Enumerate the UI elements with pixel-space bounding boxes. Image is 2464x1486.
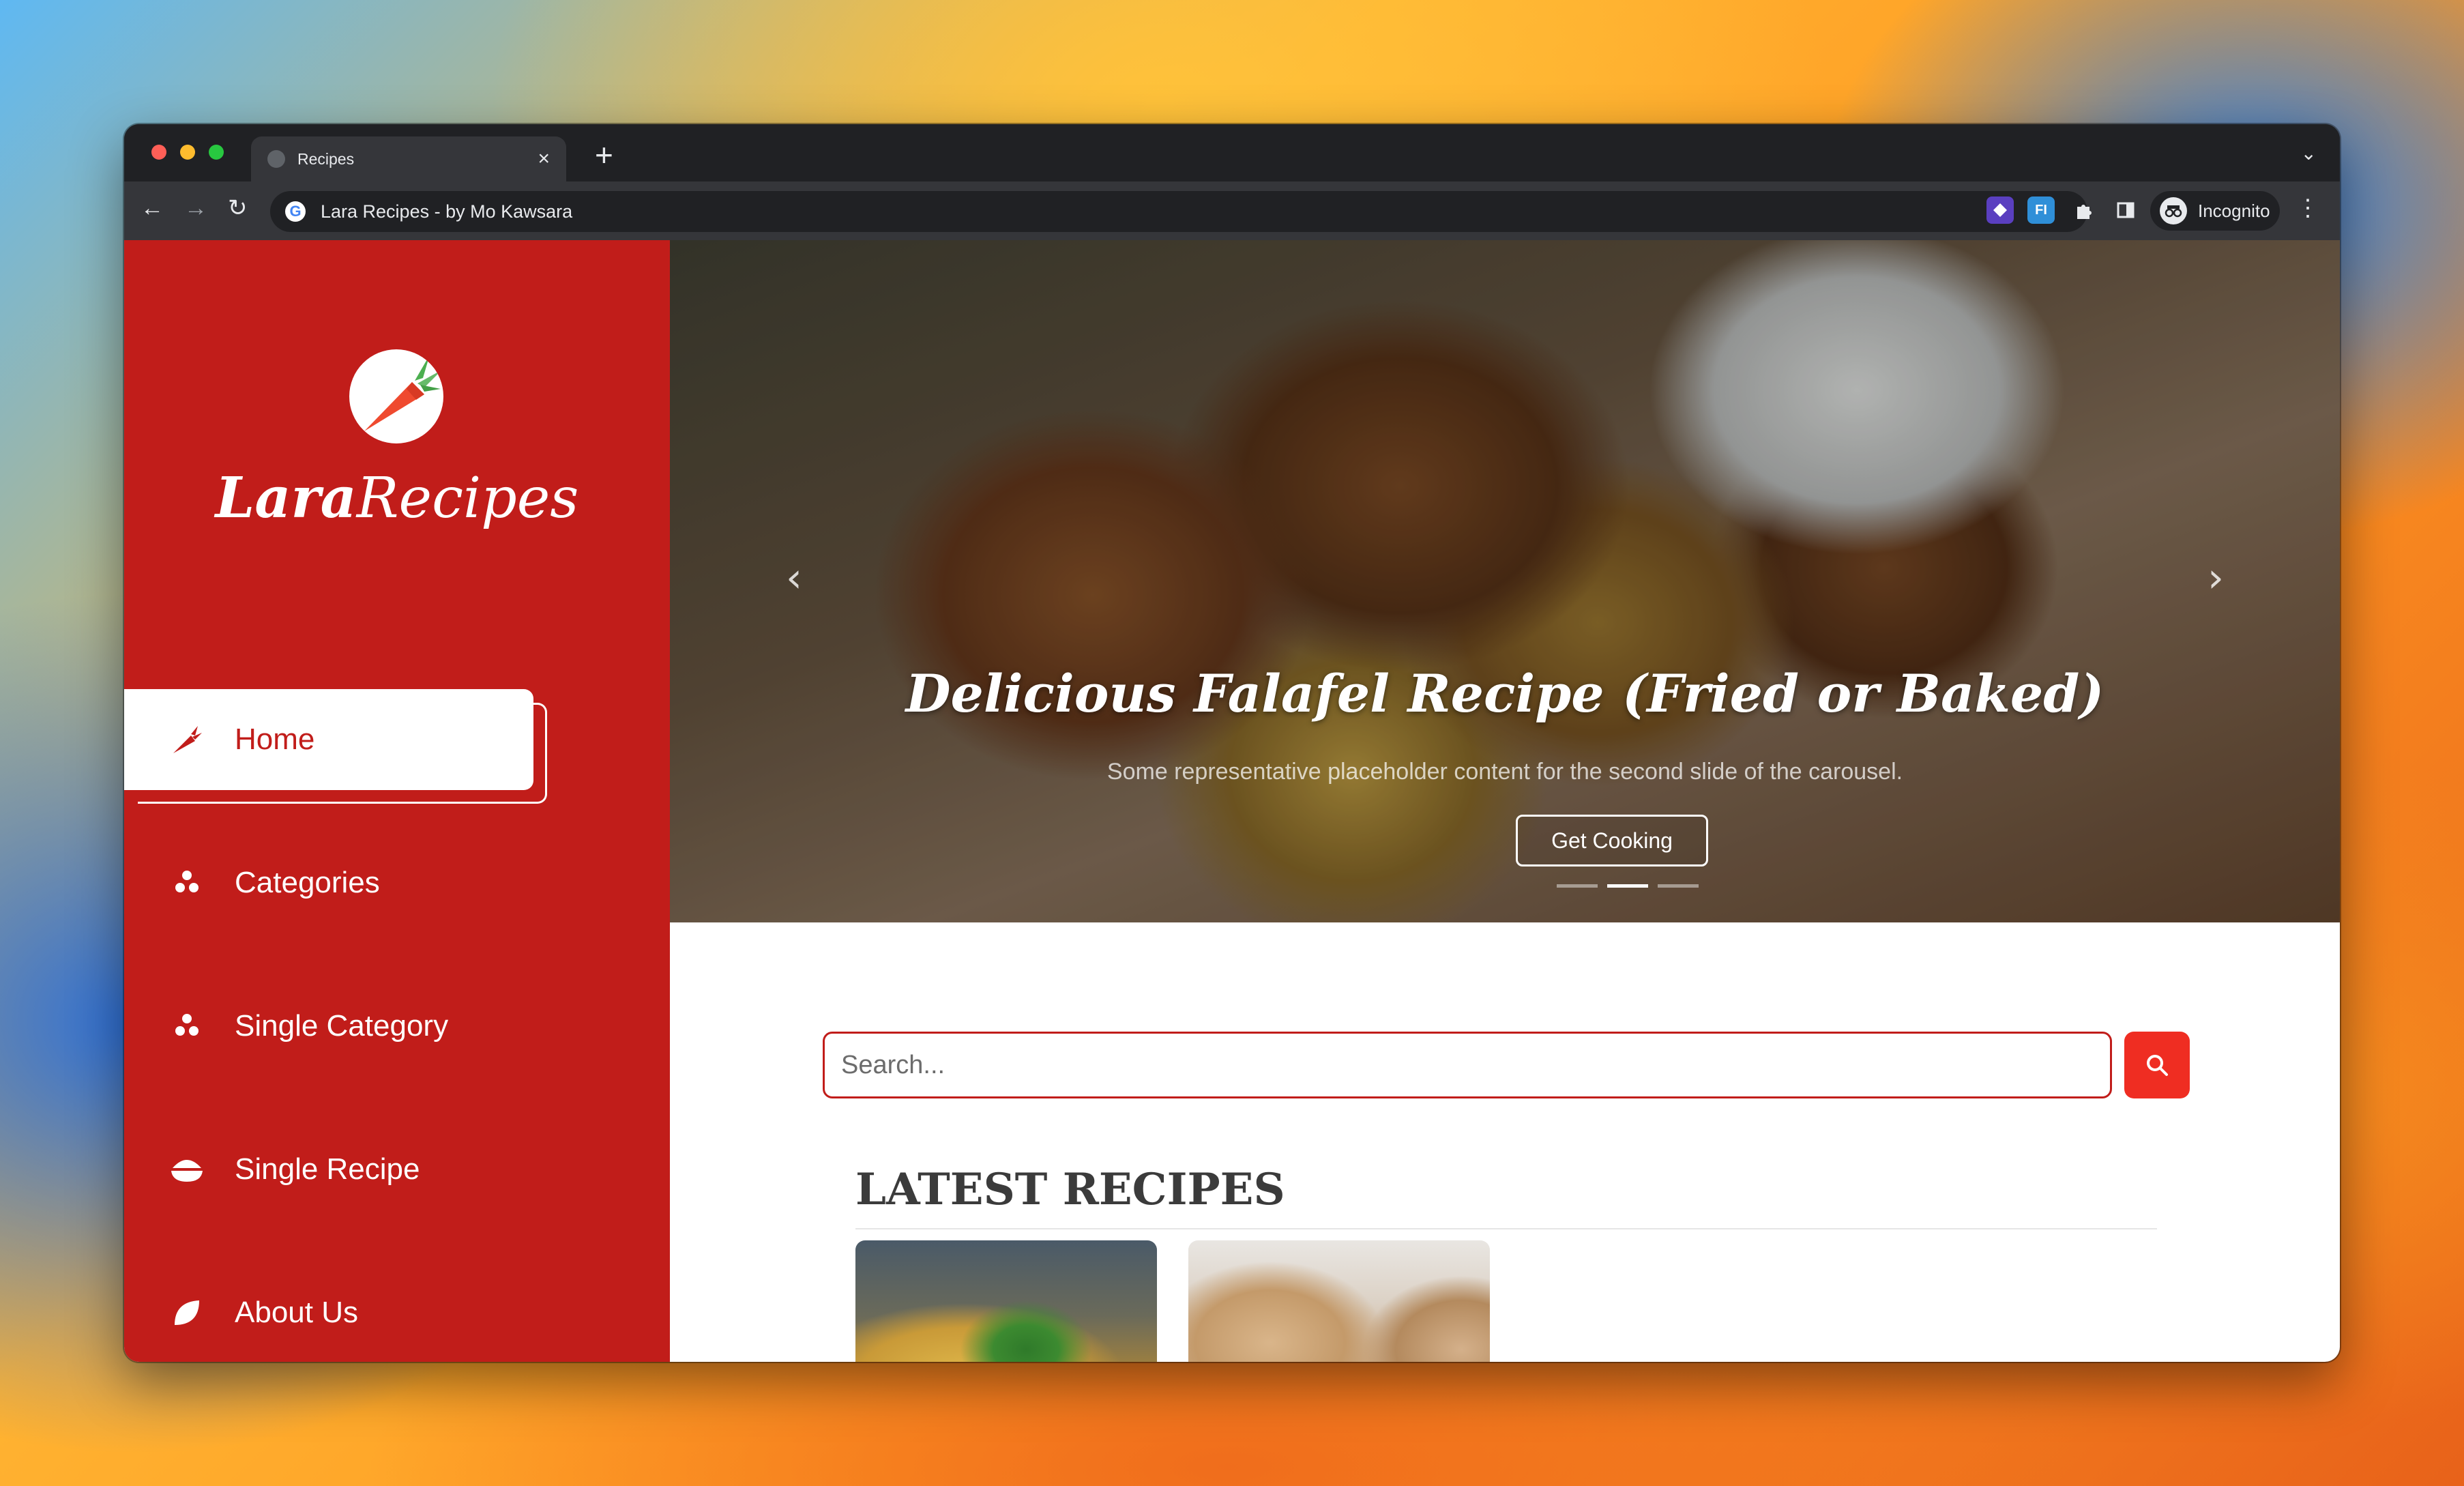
sidebar-item-label: Categories xyxy=(235,866,380,899)
extension-icon[interactable] xyxy=(1986,196,2014,224)
stack-icon xyxy=(160,1012,214,1040)
carrot-logo-icon xyxy=(349,349,443,443)
address-bar[interactable]: G Lara Recipes - by Mo Kawsara xyxy=(270,191,2087,232)
incognito-profile[interactable]: Incognito xyxy=(2150,191,2280,231)
tab-strip: Recipes × + ⌄ xyxy=(124,124,2340,181)
minimize-window-button[interactable] xyxy=(180,145,195,160)
sidebar-item-single-category[interactable]: Single Category xyxy=(124,976,670,1077)
leaf-icon xyxy=(160,1298,214,1328)
sidebar-item-single-recipe[interactable]: Single Recipe xyxy=(124,1119,670,1220)
carousel-indicator[interactable] xyxy=(1658,884,1699,888)
get-cooking-button[interactable]: Get Cooking xyxy=(1516,815,1708,866)
carousel-indicator-active[interactable] xyxy=(1607,884,1648,888)
new-tab-button[interactable]: + xyxy=(595,139,613,171)
hero-title: Delicious Falafel Recipe (Fried or Baked… xyxy=(905,663,2104,724)
puzzle-icon[interactable] xyxy=(2070,196,2097,224)
tab-title: Recipes xyxy=(297,149,355,168)
sidebar-item-categories[interactable]: Categories xyxy=(124,832,670,933)
sidebar-item-home[interactable]: Home xyxy=(124,689,533,790)
sidebar-item-label: About Us xyxy=(235,1296,358,1329)
sidebar-item-label: Home xyxy=(235,723,315,756)
back-button[interactable]: ← xyxy=(141,196,164,220)
bowl-icon xyxy=(160,1156,214,1183)
brand-part1: Lara xyxy=(215,465,357,531)
recipe-card-image[interactable] xyxy=(855,1240,1157,1362)
incognito-icon xyxy=(2160,197,2187,224)
browser-menu-icon[interactable]: ⋮ xyxy=(2296,196,2319,220)
hero-carousel: ‹ › Delicious Falafel Recipe (Fried or B… xyxy=(670,240,2340,922)
sidebar-item-label: Single Category xyxy=(235,1009,449,1043)
reload-button[interactable]: ↻ xyxy=(228,196,248,220)
recipe-card-image[interactable] xyxy=(1188,1240,1490,1362)
maximize-window-button[interactable] xyxy=(209,145,224,160)
search-icon xyxy=(2147,1055,2168,1076)
tab-search-chevron-icon[interactable]: ⌄ xyxy=(2301,142,2317,164)
carousel-prev-icon[interactable]: ‹ xyxy=(786,554,802,602)
stack-icon xyxy=(160,869,214,897)
sidebar-item-label: Single Recipe xyxy=(235,1152,420,1186)
brand-part2: Recipes xyxy=(356,466,579,531)
address-text: Lara Recipes - by Mo Kawsara xyxy=(321,201,573,222)
search-input[interactable] xyxy=(823,1032,2112,1098)
close-window-button[interactable] xyxy=(151,145,166,160)
divider xyxy=(855,1228,2157,1229)
browser-toolbar: ← → ↻ G Lara Recipes - by Mo Kawsara FI … xyxy=(124,181,2340,240)
falafel-photo xyxy=(670,240,2340,922)
google-icon: G xyxy=(285,201,306,222)
globe-icon xyxy=(267,150,285,168)
browser-tab[interactable]: Recipes × xyxy=(251,136,566,181)
side-panel-icon[interactable] xyxy=(2112,196,2139,224)
sidebar: LaraRecipes Home Categories Single Categ… xyxy=(124,240,670,1362)
tab-close-icon[interactable]: × xyxy=(538,149,550,169)
hero-subtitle: Some representative placeholder content … xyxy=(1106,759,1903,785)
fi-extension-icon[interactable]: FI xyxy=(2027,196,2055,224)
brand-logo[interactable]: LaraRecipes xyxy=(124,465,670,531)
carrot-icon xyxy=(160,723,214,756)
browser-window: Recipes × + ⌄ ← → ↻ G Lara Recipes - by … xyxy=(124,124,2340,1362)
page-content: LaraRecipes Home Categories Single Categ… xyxy=(124,240,2340,1362)
search-button[interactable] xyxy=(2124,1032,2190,1098)
carousel-indicators xyxy=(1557,884,1699,888)
profile-label: Incognito xyxy=(2198,200,2270,221)
forward-button[interactable]: → xyxy=(184,196,207,220)
carousel-next-icon[interactable]: › xyxy=(2208,554,2224,602)
latest-recipes-heading: LATEST RECIPES xyxy=(855,1164,1285,1215)
sidebar-item-about-us[interactable]: About Us xyxy=(124,1262,670,1362)
carousel-indicator[interactable] xyxy=(1557,884,1598,888)
